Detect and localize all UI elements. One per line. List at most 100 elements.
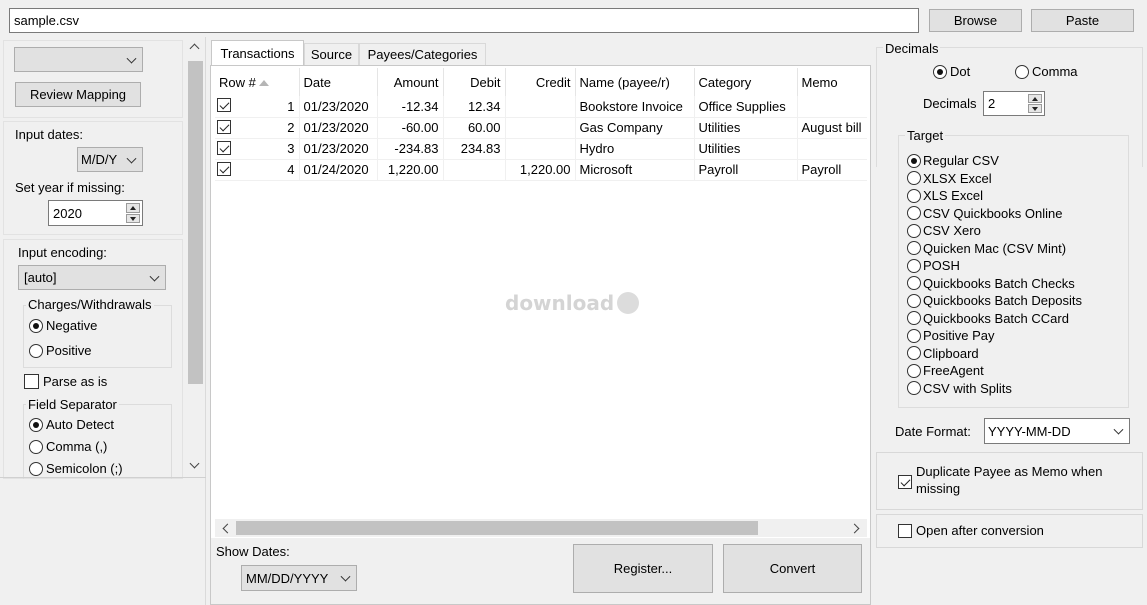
- radio-target-regular-csv[interactable]: Regular CSV: [907, 153, 999, 168]
- radio-target-positive-pay[interactable]: Positive Pay: [907, 328, 995, 343]
- radio-icon: [29, 439, 43, 454]
- radio-icon: [907, 206, 921, 220]
- tab-transactions[interactable]: Transactions: [211, 40, 304, 66]
- col-header-memo[interactable]: Memo: [797, 68, 867, 96]
- target-title: Target: [905, 128, 946, 143]
- transactions-table: Row # Date Amount Debit Credit Name (pay…: [215, 68, 867, 181]
- col-header-credit[interactable]: Credit: [505, 68, 576, 96]
- date-format-select[interactable]: YYYY-MM-DD: [984, 418, 1130, 444]
- decimals-spinner[interactable]: 2: [983, 91, 1045, 116]
- radio-icon: [907, 311, 921, 325]
- radio-comma-separator[interactable]: Comma (,): [29, 439, 107, 454]
- col-header-amount[interactable]: Amount: [377, 68, 444, 96]
- radio-icon: [907, 153, 921, 168]
- scrollbar-thumb[interactable]: [236, 521, 758, 535]
- browse-button[interactable]: Browse: [929, 9, 1022, 32]
- tab-source[interactable]: Source: [304, 43, 359, 65]
- col-header-row[interactable]: Row #: [215, 68, 300, 96]
- watermark-logo-icon: [617, 292, 640, 314]
- radio-target-csv-with-splits[interactable]: CSV with Splits: [907, 381, 1012, 396]
- radio-icon: [907, 328, 921, 343]
- row-checkbox[interactable]: [217, 140, 235, 155]
- register-button[interactable]: Register...: [573, 544, 713, 593]
- charges-title: Charges/Withdrawals: [26, 297, 154, 312]
- table-row[interactable]: 4 01/24/2020 1,220.00 1,220.00 Microsoft…: [215, 159, 867, 181]
- chevron-down-icon: [340, 571, 351, 582]
- radio-semicolon-separator[interactable]: Semicolon (;): [29, 461, 123, 476]
- radio-target-quickbooks-batch-checks[interactable]: Quickbooks Batch Checks: [907, 276, 1075, 291]
- decimals-title: Decimals: [883, 41, 941, 56]
- table-row[interactable]: 2 01/23/2020 -60.00 60.00 Gas Company Ut…: [215, 117, 867, 139]
- bottom-area: Show Dates: MM/DD/YYYY Register... Conve…: [211, 538, 870, 604]
- chevron-down-icon[interactable]: [189, 458, 200, 469]
- input-encoding-label: Input encoding:: [18, 245, 107, 260]
- encoding-select[interactable]: [auto]: [18, 265, 166, 290]
- checkbox-icon: [217, 98, 231, 112]
- convert-button[interactable]: Convert: [723, 544, 862, 593]
- checkbox-icon: [217, 119, 231, 134]
- radio-dot[interactable]: Dot: [933, 64, 970, 79]
- chevron-left-icon[interactable]: [222, 523, 233, 534]
- radio-target-csv-quickbooks-online[interactable]: CSV Quickbooks Online: [907, 206, 1062, 221]
- row-checkbox[interactable]: [217, 119, 235, 134]
- row-checkbox[interactable]: [217, 161, 235, 176]
- chevron-up-icon[interactable]: [189, 43, 200, 54]
- table-row[interactable]: 3 01/23/2020 -234.83 234.83 Hydro Utilit…: [215, 138, 867, 160]
- table-row[interactable]: 1 01/23/2020 -12.34 12.34 Bookstore Invo…: [215, 96, 867, 118]
- radio-negative[interactable]: Negative: [29, 318, 97, 333]
- chevron-down-icon: [1113, 424, 1124, 435]
- radio-icon: [907, 381, 921, 395]
- radio-icon: [1015, 64, 1029, 79]
- left-scrollbar[interactable]: [186, 37, 205, 477]
- checkbox-icon: [898, 523, 912, 538]
- row-checkbox[interactable]: [217, 98, 235, 112]
- radio-icon: [29, 417, 43, 432]
- radio-target-quickbooks-batch-ccard[interactable]: Quickbooks Batch CCard: [907, 311, 1069, 326]
- year-spinner[interactable]: 2020: [48, 200, 143, 226]
- paste-button[interactable]: Paste: [1031, 9, 1134, 32]
- sort-up-icon: [259, 80, 270, 87]
- radio-target-csv-xero[interactable]: CSV Xero: [907, 223, 981, 238]
- radio-target-xls-excel[interactable]: XLS Excel: [907, 188, 983, 203]
- file-path-input[interactable]: sample.csv: [9, 8, 919, 33]
- chevron-down-icon: [149, 271, 160, 282]
- spinner-arrows-icon[interactable]: [1028, 94, 1042, 113]
- radio-target-quickbooks-batch-deposits[interactable]: Quickbooks Batch Deposits: [907, 293, 1082, 308]
- col-header-name[interactable]: Name (payee/r): [575, 68, 695, 96]
- radio-target-quicken-mac-csv-mint[interactable]: Quicken Mac (CSV Mint): [907, 241, 1066, 256]
- input-dates-select[interactable]: M/D/Y: [77, 147, 143, 172]
- review-mapping-button[interactable]: Review Mapping: [15, 82, 141, 107]
- mapping-select[interactable]: [14, 47, 143, 72]
- chevron-down-icon: [126, 53, 137, 64]
- chevron-right-icon[interactable]: [849, 523, 860, 534]
- spinner-arrows-icon[interactable]: [126, 203, 140, 223]
- transactions-panel: Row # Date Amount Debit Credit Name (pay…: [210, 65, 871, 605]
- show-dates-select[interactable]: MM/DD/YYYY: [241, 565, 357, 591]
- radio-comma[interactable]: Comma: [1015, 64, 1078, 79]
- col-header-debit[interactable]: Debit: [443, 68, 506, 96]
- radio-target-freeagent[interactable]: FreeAgent: [907, 363, 984, 378]
- parse-as-is-checkbox[interactable]: Parse as is: [24, 374, 107, 389]
- col-header-category[interactable]: Category: [694, 68, 798, 96]
- radio-icon: [907, 171, 921, 185]
- col-header-date[interactable]: Date: [299, 68, 378, 96]
- checkbox-icon: [217, 140, 231, 155]
- tab-payees-categories[interactable]: Payees/Categories: [359, 43, 486, 65]
- duplicate-payee-checkbox[interactable]: Duplicate Payee as Memo when missing: [898, 463, 1118, 497]
- checkbox-icon: [24, 374, 39, 389]
- charges-group: [23, 305, 172, 368]
- radio-auto-detect[interactable]: Auto Detect: [29, 417, 114, 432]
- radio-icon: [29, 343, 43, 358]
- radio-target-xlsx-excel[interactable]: XLSX Excel: [907, 171, 992, 186]
- radio-icon: [907, 293, 921, 308]
- radio-target-posh[interactable]: POSH: [907, 258, 960, 273]
- radio-positive[interactable]: Positive: [29, 343, 92, 358]
- file-path-text: sample.csv: [14, 13, 80, 28]
- radio-icon: [29, 461, 43, 476]
- horizontal-scrollbar[interactable]: [215, 519, 867, 537]
- radio-target-clipboard[interactable]: Clipboard: [907, 346, 979, 361]
- scrollbar-thumb[interactable]: [188, 61, 203, 384]
- radio-icon: [907, 276, 921, 290]
- open-after-conversion-checkbox[interactable]: Open after conversion: [898, 523, 1044, 538]
- show-dates-label: Show Dates:: [216, 544, 290, 559]
